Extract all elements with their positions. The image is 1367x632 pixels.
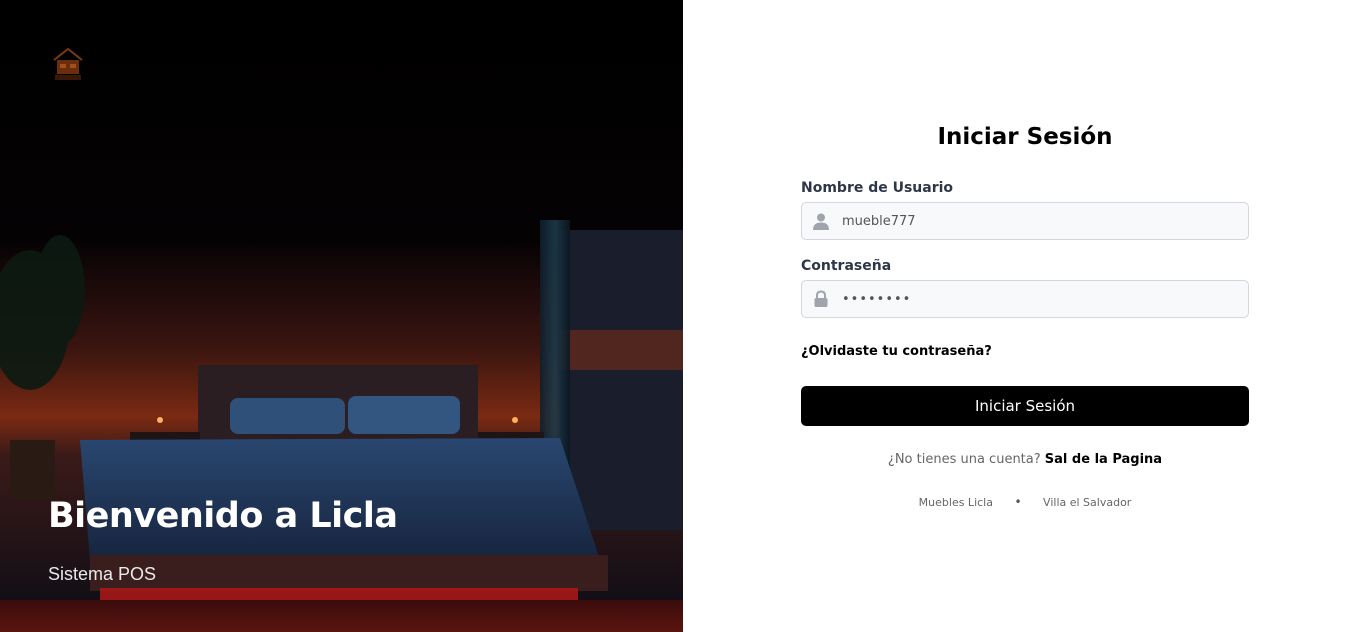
username-input[interactable] xyxy=(842,203,1242,239)
signup-prompt: ¿No tienes una cuenta? Sal de la Pagina xyxy=(801,452,1249,467)
password-field[interactable] xyxy=(801,280,1249,318)
footer-company: Muebles Licla xyxy=(918,496,993,509)
welcome-title: Bienvenido a Licla xyxy=(48,496,398,536)
footer-location: Villa el Salvador xyxy=(1043,496,1132,509)
login-panel: Iniciar Sesión Nombre de Usuario Contras… xyxy=(683,0,1367,632)
logo[interactable] xyxy=(50,46,86,84)
welcome-subtitle: Sistema POS xyxy=(48,564,157,584)
username-label: Nombre de Usuario xyxy=(801,180,954,196)
footer-separator: • xyxy=(1014,495,1022,509)
signup-prompt-text: ¿No tienes una cuenta? xyxy=(887,452,1041,467)
login-title: Iniciar Sesión xyxy=(937,124,1113,150)
username-field[interactable] xyxy=(801,202,1249,240)
footer: Muebles Licla • Villa el Salvador xyxy=(801,495,1249,509)
login-button[interactable]: Iniciar Sesión xyxy=(801,386,1249,426)
bed-house-logo-icon xyxy=(53,47,83,80)
exit-page-link[interactable]: Sal de la Pagina xyxy=(1045,452,1162,467)
password-input[interactable] xyxy=(842,281,1242,317)
user-icon xyxy=(813,213,829,230)
hero-panel: Bienvenido a Licla Sistema POS xyxy=(0,0,683,632)
password-label: Contraseña xyxy=(801,258,892,274)
bedroom-background-image xyxy=(0,0,683,632)
lock-icon xyxy=(814,290,828,307)
forgot-password-link[interactable]: ¿Olvidaste tu contraseña? xyxy=(801,344,992,359)
